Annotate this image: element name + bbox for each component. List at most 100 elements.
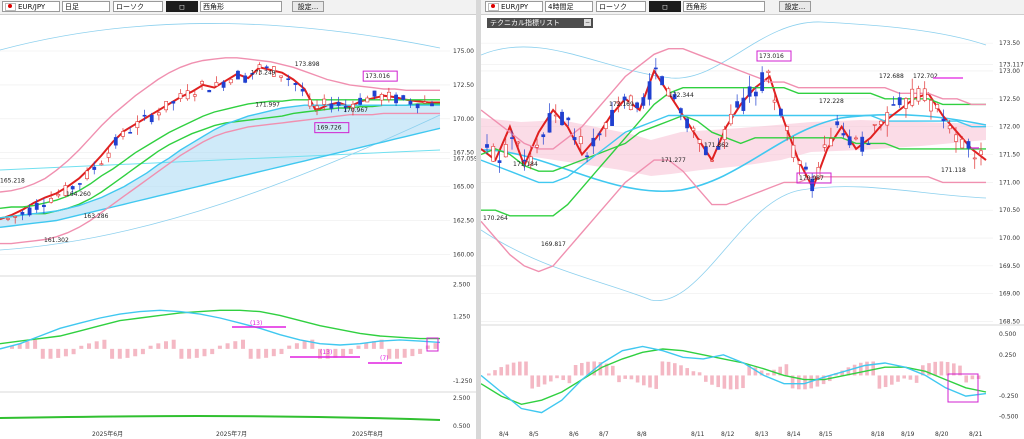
daily-candle-body <box>13 216 18 218</box>
4h-y-tick-label: 168.50 <box>999 319 1020 326</box>
daily-macd-bar <box>187 348 192 359</box>
4h-candle-body <box>916 88 921 102</box>
4h-x-tick-label: 8/15 <box>819 431 833 438</box>
4h-candle-body <box>491 146 496 162</box>
daily-lower-y-tick-label: 2.500 <box>453 395 470 402</box>
4h-macd-bar <box>660 361 665 376</box>
4h-macd-bar <box>902 375 906 379</box>
4h-macd-bar <box>964 375 968 383</box>
4h-macd-bar <box>493 370 497 376</box>
4h-macd-y-tick-label: -0.500 <box>999 414 1019 421</box>
daily-macd-bar <box>202 348 207 357</box>
daily-candle-body <box>422 101 427 104</box>
daily-macd-bar <box>63 348 68 357</box>
daily-x-tick-label: 2025年6月 <box>92 430 123 438</box>
daily-candle-body <box>372 90 377 97</box>
daily-macd-label: (13) <box>250 320 262 327</box>
4h-macd-bar <box>549 375 553 382</box>
daily-candle-body <box>415 103 420 109</box>
daily-macd-bar <box>341 348 346 357</box>
daily-x-tick-label: 2025年8月 <box>352 430 383 438</box>
daily-upper-envelope <box>0 23 441 51</box>
daily-macd-bar <box>171 339 176 349</box>
4h-y-tick-label: 170.50 <box>999 207 1020 214</box>
4h-macd-bar <box>611 365 615 376</box>
4h-macd-bar <box>735 375 739 390</box>
daily-candle-body <box>286 78 291 81</box>
daily-macd-bar <box>217 345 222 349</box>
4h-macd-bar <box>505 364 510 376</box>
4h-candle-body <box>553 114 558 117</box>
daily-candle-body <box>214 82 219 87</box>
daily-candle-body <box>279 75 283 78</box>
4h-price-label: 170.987 <box>799 175 824 182</box>
4h-chart-panel[interactable]: EUR/JPY 4時間足 ローソク ◻ 西角形 設定... 173.50 173.… <box>481 0 1024 439</box>
daily-macd-bar <box>71 348 76 355</box>
4h-macd-bar <box>815 375 820 387</box>
daily-price-label: 173.249 <box>251 70 276 77</box>
daily-macd-bar <box>302 341 307 349</box>
indicator-list-label: テクニカル指標リスト <box>490 19 560 27</box>
daily-macd-bar <box>87 343 91 349</box>
4h-price-label: 172.228 <box>819 98 844 105</box>
daily-macd-bar <box>395 348 399 359</box>
daily-candle-body <box>34 202 39 210</box>
4h-macd-bar <box>499 367 503 376</box>
4h-macd-bar <box>567 375 572 384</box>
daily-macd-bar <box>348 348 353 354</box>
daily-price-label: 171.997 <box>255 102 280 109</box>
daily-y-tick-label: 172.50 <box>453 82 474 89</box>
4h-candle-body <box>747 86 752 97</box>
daily-candle-body <box>20 211 25 215</box>
4h-candle-body <box>910 88 915 106</box>
4h-macd-bar <box>933 361 937 376</box>
4h-macd-bar <box>524 361 528 376</box>
daily-macd-bar <box>271 348 276 357</box>
daily-macd-bar <box>133 348 138 357</box>
4h-candle-body <box>578 136 583 145</box>
4h-price-label: 172.169 <box>609 101 634 108</box>
4h-x-tick-label: 8/12 <box>721 431 735 438</box>
daily-candle-body <box>178 93 183 99</box>
minimize-icon[interactable]: − <box>584 19 591 26</box>
4h-x-tick-label: 8/13 <box>755 431 769 438</box>
daily-chart-panel[interactable]: EUR/JPY 日足 ローソク ◻ 西角形 設定... 175.00 172.50… <box>0 0 476 439</box>
4h-candle-body <box>804 166 808 170</box>
4h-candle-body <box>728 113 733 125</box>
daily-y-tick-label: 160.00 <box>453 251 474 258</box>
daily-macd-bar <box>356 345 361 349</box>
4h-candle-body <box>791 144 796 158</box>
4h-candle-body <box>860 136 865 152</box>
daily-candle-body <box>228 78 233 84</box>
daily-macd-bar <box>210 348 215 355</box>
daily-macd-bar <box>148 345 153 349</box>
daily-macd-bar <box>179 348 184 359</box>
4h-macd-bar <box>642 375 646 386</box>
indicator-list-tab[interactable]: テクニカル指標リスト − <box>487 18 593 28</box>
daily-macd-bar <box>241 339 245 349</box>
daily-candle-body <box>315 105 319 109</box>
4h-macd-bar <box>617 375 621 383</box>
daily-macd-bar <box>256 348 261 359</box>
4h-candle-body <box>766 70 771 73</box>
daily-macd-bar <box>233 341 238 349</box>
4h-candle-body <box>854 137 858 140</box>
daily-candle-body <box>27 207 32 216</box>
4h-x-tick-label: 8/4 <box>499 431 509 438</box>
4h-macd-bar <box>530 375 534 389</box>
4h-candle-body <box>722 129 727 140</box>
4h-candle-body <box>966 141 971 149</box>
daily-macd-bar <box>264 348 269 358</box>
4h-candle-body <box>591 137 596 147</box>
daily-candle-body <box>243 75 248 83</box>
4h-candle-body <box>497 160 502 163</box>
4h-chart-svg[interactable]: 173.50173.117173.00172.50172.00171.50171… <box>481 0 1024 439</box>
4h-macd-bar <box>555 375 559 379</box>
4h-candle-body <box>485 144 489 148</box>
daily-candle-body <box>293 83 298 85</box>
4h-macd-bar <box>704 375 708 382</box>
4h-price-label: 173.016 <box>759 53 784 60</box>
4h-macd-y-tick-label: -0.250 <box>999 393 1019 400</box>
daily-chart-svg[interactable]: 175.00172.50170.00167.50167.059165.00162… <box>0 0 476 439</box>
4h-price-label: 172.688 <box>879 73 904 80</box>
